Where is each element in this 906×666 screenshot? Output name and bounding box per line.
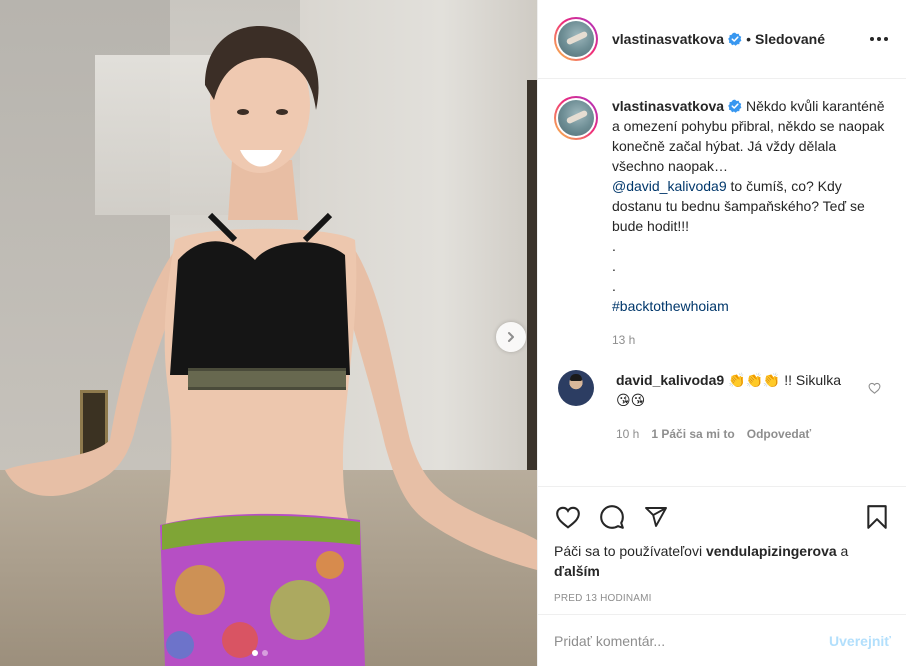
caption-username[interactable]: vlastinasvatkova xyxy=(612,98,724,114)
carousel-dot xyxy=(262,650,268,656)
action-icons xyxy=(554,487,891,541)
comment-button[interactable] xyxy=(598,503,626,531)
post-details-panel: vlastinasvatkova • Sledované vlastinasva… xyxy=(537,0,906,666)
header-separator: • xyxy=(746,31,751,47)
caption: vlastinasvatkova Někdo kvůli karanténě a… xyxy=(554,96,891,350)
more-options-button[interactable] xyxy=(870,29,888,49)
more-dot-icon xyxy=(870,37,874,41)
comments-list[interactable]: vlastinasvatkova Někdo kvůli karanténě a… xyxy=(538,80,906,484)
post-timestamp[interactable]: PRED 13 HODINAMI xyxy=(554,593,891,604)
commenter-avatar[interactable] xyxy=(558,370,594,406)
heart-icon xyxy=(556,506,580,529)
comment-bubble-icon xyxy=(600,505,624,529)
more-dot-icon xyxy=(884,37,888,41)
post-photo-person xyxy=(0,0,537,666)
following-button[interactable]: Sledované xyxy=(755,31,825,47)
comment-input[interactable] xyxy=(554,632,830,649)
caption-hashtag-link[interactable]: #backtothewhoiam xyxy=(612,298,729,314)
save-button[interactable] xyxy=(863,503,891,531)
likes-prefix: Páči sa to používateľovi xyxy=(554,543,706,559)
post-media[interactable] xyxy=(0,0,537,666)
post-comment-button[interactable]: Uverejniť xyxy=(829,633,891,649)
bookmark-icon xyxy=(867,505,887,529)
verified-badge-icon xyxy=(728,32,742,46)
caption-text-continued: to čumíš, co? Kdy dostanu tu bednu šampa… xyxy=(612,178,865,294)
comment-reply-button[interactable]: Odpovedať xyxy=(747,424,811,444)
likes-user-link[interactable]: vendulapizingerova xyxy=(706,543,837,559)
carousel-dot-active xyxy=(252,650,258,656)
share-button[interactable] xyxy=(642,503,670,531)
caption-mention-link[interactable]: @david_kalivoda9 xyxy=(612,178,727,194)
verified-badge-icon xyxy=(728,99,742,113)
author-avatar[interactable] xyxy=(554,17,598,61)
chevron-right-icon xyxy=(508,332,514,342)
comment-timestamp[interactable]: 10 h xyxy=(616,424,639,444)
post-header: vlastinasvatkova • Sledované xyxy=(538,0,906,79)
caption-body: vlastinasvatkova Někdo kvůli karanténě a… xyxy=(612,96,891,350)
likes-and: a xyxy=(836,543,849,559)
commenter-username[interactable]: david_kalivoda9 xyxy=(616,372,724,388)
more-dot-icon xyxy=(877,37,881,41)
caption-timestamp[interactable]: 13 h xyxy=(612,330,891,350)
comment-likes-count[interactable]: 1 Páči sa mi to xyxy=(651,424,734,444)
author-username[interactable]: vlastinasvatkova xyxy=(612,31,724,47)
carousel-next-button[interactable] xyxy=(496,322,526,352)
add-comment-bar: Uverejniť xyxy=(538,614,906,666)
caption-author-avatar[interactable] xyxy=(554,96,598,140)
comment-body: david_kalivoda9 👏👏👏 !! Sikulka 😘😘 10 h 1… xyxy=(616,370,856,444)
paper-plane-icon xyxy=(645,507,667,527)
likes-summary: Páči sa to používateľovi vendulapizinger… xyxy=(554,541,891,581)
comment-meta: 10 h 1 Páči sa mi to Odpovedať xyxy=(616,424,856,444)
carousel-indicator xyxy=(252,650,268,656)
comment-item: david_kalivoda9 👏👏👏 !! Sikulka 😘😘 10 h 1… xyxy=(554,370,891,444)
likes-others-link[interactable]: ďalším xyxy=(554,563,600,579)
like-button[interactable] xyxy=(554,503,582,531)
comment-like-heart-icon[interactable] xyxy=(868,382,881,394)
post-actions: Páči sa to používateľovi vendulapizinger… xyxy=(538,486,906,604)
